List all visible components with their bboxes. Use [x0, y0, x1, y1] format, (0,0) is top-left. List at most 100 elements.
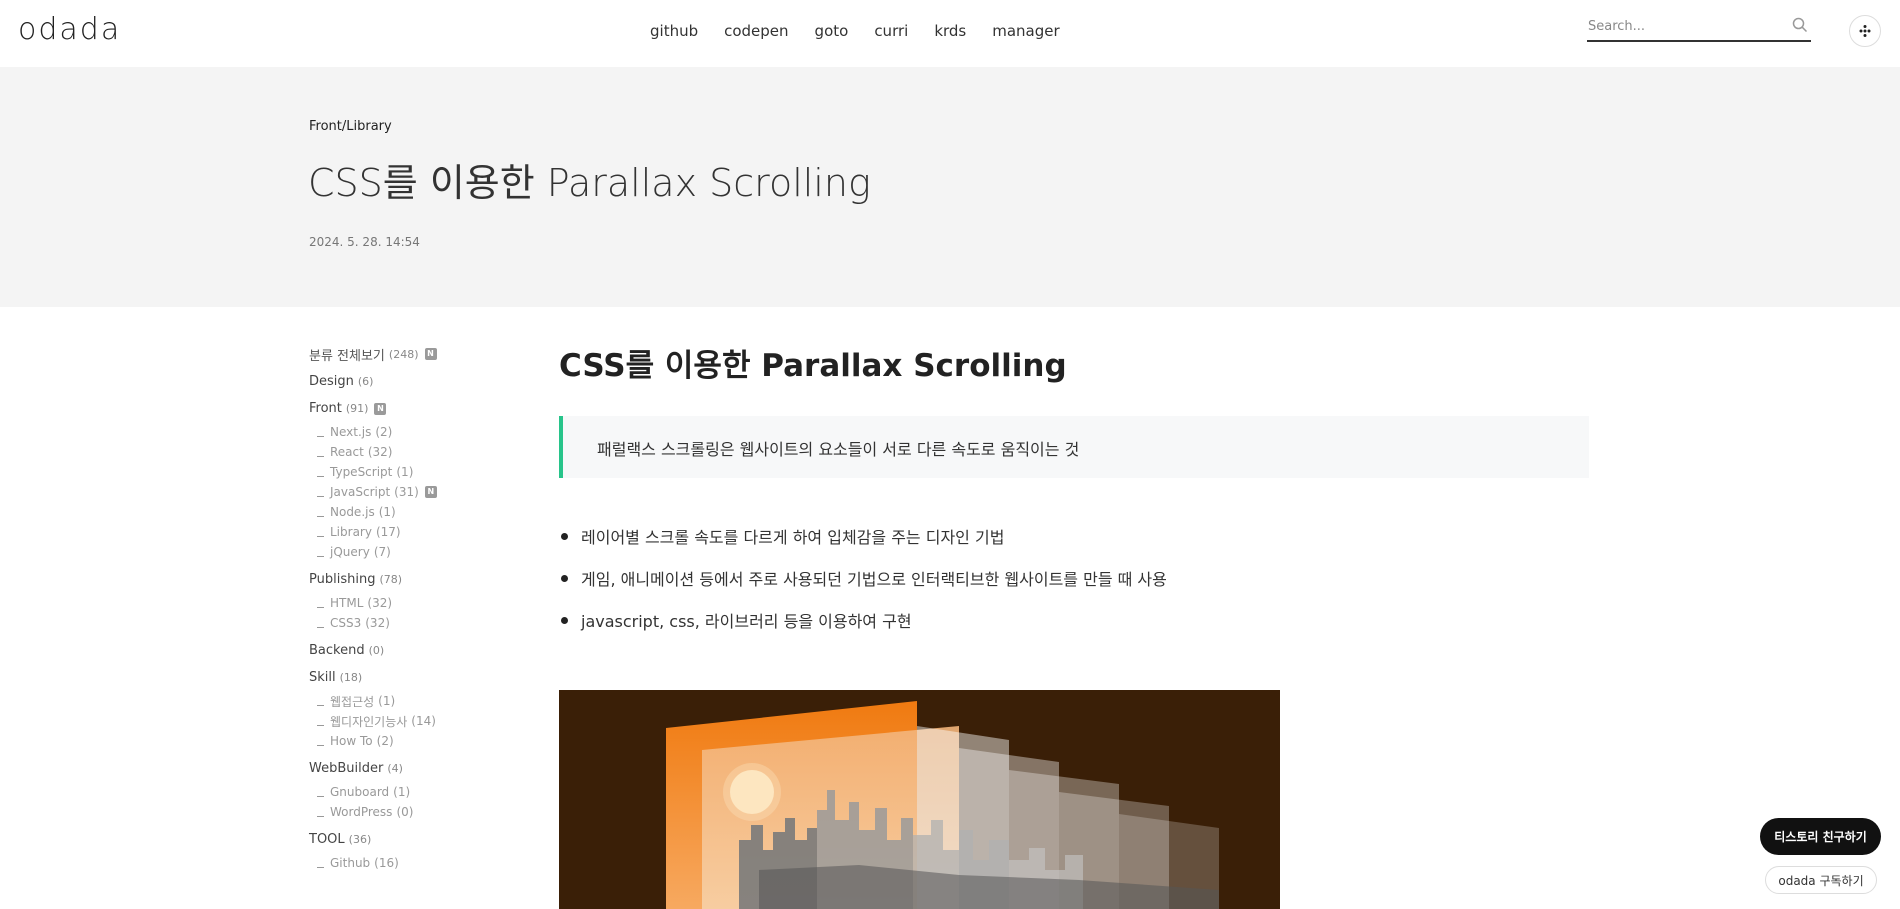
subcategory-count: (1): [378, 694, 396, 708]
category-count: (91): [345, 402, 369, 415]
article-heading: CSS를 이용한 Parallax Scrolling: [559, 348, 1067, 384]
category-label: TOOL: [309, 832, 345, 847]
category-design[interactable]: Design (6): [309, 368, 509, 395]
article-content: CSS를 이용한 Parallax Scrolling 패럴랙스 스크롤링은 웹…: [559, 340, 1589, 909]
category-count: (18): [339, 671, 363, 684]
subcategory-list: Github (16): [317, 853, 509, 873]
category-count: (6): [357, 375, 374, 388]
new-badge: N: [374, 402, 387, 415]
nav-link-github[interactable]: github: [650, 22, 698, 40]
category-label: WebBuilder: [309, 761, 384, 776]
subcategory-label: CSS3: [330, 616, 362, 630]
subcategory-item[interactable]: jQuery (7): [317, 542, 509, 562]
category-label: Front: [309, 401, 342, 416]
post-hero: Front/Library CSS를 이용한 Parallax Scrollin…: [0, 67, 1900, 307]
subcategory-count: (1): [378, 505, 396, 519]
list-item: 게임, 애니메이션 등에서 주로 사용되던 기법으로 인터랙티브한 웹사이트를 …: [559, 557, 1167, 599]
blockquote: 패럴랙스 스크롤링은 웹사이트의 요소들이 서로 다른 속도로 움직이는 것: [559, 416, 1589, 478]
subcategory-count: (1): [396, 465, 414, 479]
category-count: (78): [379, 573, 403, 586]
menu-button[interactable]: [1849, 15, 1881, 47]
subcategory-list: Next.js (2) React (32) TypeScript (1) JavaS…: [317, 422, 509, 562]
subcategory-label: Library: [330, 525, 372, 539]
category-count: (248): [388, 347, 419, 361]
nav-link-goto[interactable]: goto: [815, 22, 849, 40]
subscribe-button[interactable]: odada 구독하기: [1765, 866, 1877, 894]
subcategory-label: JavaScript: [330, 485, 391, 499]
tistory-friend-button[interactable]: 티스토리 친구하기: [1760, 818, 1881, 855]
subcategory-label: Gnuboard: [330, 785, 390, 799]
subcategory-label: Github: [330, 856, 371, 870]
category-label: Publishing: [309, 572, 376, 587]
subcategory-label: HTML: [330, 596, 364, 610]
category-publishing[interactable]: Publishing (78): [309, 566, 509, 593]
post-date: 2024. 5. 28. 14:54: [309, 235, 420, 249]
subcategory-label: Node.js: [330, 505, 375, 519]
subcategory-label: How To: [330, 734, 373, 748]
subcategory-item[interactable]: WordPress (0): [317, 802, 509, 822]
list-item: javascript, css, 라이브러리 등을 이용하여 구현: [559, 599, 1167, 641]
subcategory-item[interactable]: 웹접근성 (1): [317, 691, 509, 711]
category-label: Skill: [309, 670, 336, 685]
subcategory-count: (0): [396, 805, 414, 819]
subcategory-count: (2): [376, 734, 394, 748]
subcategory-count: (32): [365, 616, 390, 630]
nav-link-manager[interactable]: manager: [992, 22, 1059, 40]
category-backend[interactable]: Backend (0): [309, 637, 509, 664]
category-count: (0): [368, 644, 385, 657]
nav-link-krds[interactable]: krds: [934, 22, 966, 40]
search-box: [1587, 14, 1811, 42]
subcategory-item[interactable]: Github (16): [317, 853, 509, 873]
category-webbuilder[interactable]: WebBuilder (4): [309, 755, 509, 782]
blockquote-text: 패럴랙스 스크롤링은 웹사이트의 요소들이 서로 다른 속도로 움직이는 것: [597, 440, 1080, 459]
subcategory-item[interactable]: Library (17): [317, 522, 509, 542]
category-sidebar: 분류 전체보기 (248) N Design (6) Front (91) N …: [309, 340, 509, 877]
subcategory-count: (16): [374, 856, 399, 870]
subcategory-list: HTML (32) CSS3 (32): [317, 593, 509, 633]
category-all[interactable]: 분류 전체보기 (248) N: [309, 340, 509, 368]
subcategory-item[interactable]: Next.js (2): [317, 422, 509, 442]
subcategory-item[interactable]: TypeScript (1): [317, 462, 509, 482]
subcategory-item[interactable]: 웹디자인기능사 (14): [317, 711, 509, 731]
subcategory-item[interactable]: JavaScript (31) N: [317, 482, 509, 502]
subcategory-item[interactable]: How To (2): [317, 731, 509, 751]
post-category[interactable]: Front/Library: [309, 119, 392, 134]
subcategory-item[interactable]: Node.js (1): [317, 502, 509, 522]
nav-link-codepen[interactable]: codepen: [724, 22, 788, 40]
subcategory-label: TypeScript: [330, 465, 393, 479]
subcategory-count: (2): [375, 425, 393, 439]
subcategory-count: (32): [367, 445, 393, 459]
subcategory-item[interactable]: Gnuboard (1): [317, 782, 509, 802]
subcategory-count: (32): [367, 596, 393, 610]
site-logo[interactable]: odada: [18, 12, 121, 47]
search-input[interactable]: [1588, 16, 1778, 36]
subcategory-label: React: [330, 445, 364, 459]
search-icon[interactable]: [1791, 16, 1809, 34]
category-skill[interactable]: Skill (18): [309, 664, 509, 691]
nav-link-curri[interactable]: curri: [874, 22, 908, 40]
subcategory-item[interactable]: React (32): [317, 442, 509, 462]
parallax-illustration: [559, 690, 1280, 909]
subcategory-count: (7): [373, 545, 391, 559]
subcategory-label: Next.js: [330, 425, 372, 439]
more-dots-icon: [1859, 25, 1871, 37]
subcategory-list: 웹접근성 (1) 웹디자인기능사 (14) How To (2): [317, 691, 509, 751]
new-badge: N: [424, 348, 437, 360]
subcategory-count: (17): [375, 525, 401, 539]
subcategory-count: (31): [394, 485, 419, 499]
category-front[interactable]: Front (91) N: [309, 395, 509, 422]
main-nav: github codepen goto curri krds manager: [650, 22, 1086, 40]
subcategory-label: jQuery: [330, 545, 370, 559]
page-title: CSS를 이용한 Parallax Scrolling: [308, 161, 871, 205]
subcategory-item[interactable]: HTML (32): [317, 593, 509, 613]
parallax-layers-image: [559, 690, 1280, 909]
subcategory-label: 웹디자인기능사: [330, 714, 408, 729]
subcategory-item[interactable]: CSS3 (32): [317, 613, 509, 633]
category-count: (4): [387, 762, 403, 775]
category-tool[interactable]: TOOL (36): [309, 826, 509, 853]
list-item: 레이어별 스크롤 속도를 다르게 하여 입체감을 주는 디자인 기법: [559, 515, 1167, 557]
subcategory-count: (14): [411, 714, 436, 728]
subcategory-list: Gnuboard (1) WordPress (0): [317, 782, 509, 822]
category-label: 분류 전체보기: [309, 348, 385, 364]
subcategory-count: (1): [393, 785, 411, 799]
